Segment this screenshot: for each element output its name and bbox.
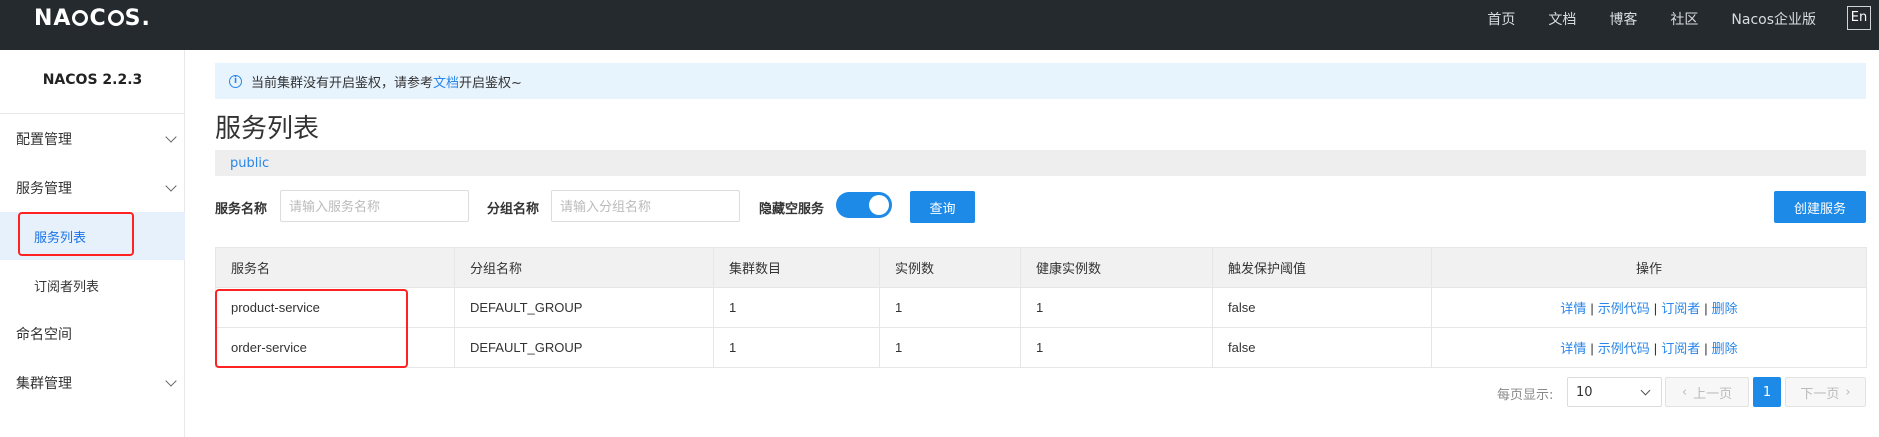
chevron-down-icon <box>1640 385 1651 396</box>
create-service-button[interactable]: 创建服务 <box>1774 191 1866 223</box>
nacos-logo[interactable]: NA C S. <box>34 6 151 31</box>
service-name-input[interactable] <box>280 190 469 222</box>
detail-link[interactable]: 详情 <box>1560 341 1586 356</box>
instance-count-cell: 1 <box>879 327 1021 368</box>
separator: | <box>1590 341 1594 356</box>
group-cell: DEFAULT_GROUP <box>454 287 714 328</box>
info-icon: i <box>229 74 242 88</box>
actions-cell: 详情 | 示例代码 | 订阅者 | 删除 <box>1431 327 1867 368</box>
prev-page-label: 上一页 <box>1693 386 1733 402</box>
next-page-label: 下一页 <box>1800 386 1840 402</box>
chevron-left-icon: ‹ <box>1681 384 1688 400</box>
toggle-knob <box>869 195 889 215</box>
notice-doc-link[interactable]: 文档 <box>433 72 459 91</box>
sidebar-item-label: 订阅者列表 <box>34 279 100 295</box>
sample-code-link[interactable]: 示例代码 <box>1598 301 1650 316</box>
nav-home-link[interactable]: 首页 <box>1487 9 1515 29</box>
sidebar-item-service-list[interactable]: 服务列表 <box>0 212 185 260</box>
table-row: order-service DEFAULT_GROUP 1 1 1 false … <box>215 327 1867 368</box>
table-row: product-service DEFAULT_GROUP 1 1 1 fals… <box>215 287 1867 328</box>
top-nav: 首页 文档 博客 社区 Nacos企业版 <box>1454 9 1816 29</box>
page-title: 服务列表 <box>215 114 320 144</box>
separator: | <box>1653 301 1658 316</box>
sidebar-item-cluster[interactable]: 集群管理 <box>0 359 185 407</box>
separator: | <box>1590 301 1594 316</box>
group-name-label: 分组名称 <box>487 202 540 217</box>
group-cell: DEFAULT_GROUP <box>454 327 714 368</box>
sidebar-item-namespace[interactable]: 命名空间 <box>0 310 185 358</box>
column-header: 服务名 <box>215 247 455 288</box>
column-header: 集群数目 <box>713 247 880 288</box>
cluster-count-cell: 1 <box>713 327 880 368</box>
service-name-cell: order-service <box>215 327 455 368</box>
sidebar-item-label: 命名空间 <box>16 327 72 343</box>
hide-empty-toggle[interactable] <box>836 192 892 218</box>
threshold-cell: false <box>1212 287 1432 328</box>
sample-code-link[interactable]: 示例代码 <box>1598 341 1650 356</box>
notice-text: 当前集群没有开启鉴权，请参考 <box>251 75 434 91</box>
page-size-value: 10 <box>1576 384 1593 400</box>
nav-docs-link[interactable]: 文档 <box>1548 9 1576 29</box>
subscribers-link[interactable]: 订阅者 <box>1661 341 1700 356</box>
subscribers-link[interactable]: 订阅者 <box>1661 301 1700 316</box>
table-header-row: 服务名 分组名称 集群数目 实例数 健康实例数 触发保护阈值 操作 <box>215 247 1867 288</box>
sidebar-item-service[interactable]: 服务管理 <box>0 164 185 212</box>
page-number-current[interactable]: 1 <box>1753 377 1781 407</box>
prev-page-button[interactable]: ‹ 上一页 <box>1665 377 1749 407</box>
service-table: 服务名 分组名称 集群数目 实例数 健康实例数 触发保护阈值 操作 produc… <box>215 247 1867 368</box>
chevron-down-icon <box>165 180 177 192</box>
column-header: 触发保护阈值 <box>1212 247 1432 288</box>
column-header: 分组名称 <box>454 247 714 288</box>
sidebar-item-label: 服务列表 <box>34 230 87 246</box>
notice-text-after: 开启鉴权~ <box>459 75 522 91</box>
separator: | <box>1704 301 1708 316</box>
nav-community-link[interactable]: 社区 <box>1670 9 1698 29</box>
chevron-right-icon: › <box>1845 384 1851 400</box>
sidebar-item-config[interactable]: 配置管理 <box>0 115 185 163</box>
sidebar-item-label: 配置管理 <box>16 132 72 148</box>
actions-cell: 详情 | 示例代码 | 订阅者 | 删除 <box>1431 287 1867 328</box>
group-name-input[interactable] <box>551 190 740 222</box>
healthy-count-cell: 1 <box>1020 327 1213 368</box>
column-header: 操作 <box>1431 247 1867 288</box>
top-header: NA C S. 首页 文档 博客 社区 Nacos企业版 En <box>0 0 1879 50</box>
service-name-label: 服务名称 <box>215 202 268 217</box>
column-header: 实例数 <box>879 247 1021 288</box>
sidebar-item-label: 集群管理 <box>16 376 72 392</box>
separator: | <box>1704 341 1708 356</box>
nav-blog-link[interactable]: 博客 <box>1609 9 1637 29</box>
page-size-select[interactable]: 10 <box>1567 377 1662 407</box>
hide-empty-label: 隐藏空服务 <box>759 202 825 217</box>
delete-link[interactable]: 删除 <box>1712 301 1738 316</box>
sidebar: NACOS 2.2.3 配置管理 服务管理 服务列表 订阅者列表 命名空间 集群… <box>0 50 185 437</box>
instance-count-cell: 1 <box>879 287 1021 328</box>
separator: | <box>1653 341 1658 356</box>
sidebar-item-subscriber-list[interactable]: 订阅者列表 <box>0 261 185 309</box>
next-page-button[interactable]: 下一页 › <box>1785 377 1866 407</box>
sidebar-item-label: 服务管理 <box>16 181 72 197</box>
delete-link[interactable]: 删除 <box>1712 341 1738 356</box>
chevron-down-icon <box>165 131 177 143</box>
healthy-count-cell: 1 <box>1020 287 1213 328</box>
detail-link[interactable]: 详情 <box>1560 301 1586 316</box>
namespace-public-link[interactable]: public <box>230 156 269 171</box>
sidebar-divider <box>0 113 185 114</box>
chevron-down-icon <box>165 375 177 387</box>
nav-enterprise-link[interactable]: Nacos企业版 <box>1731 9 1816 29</box>
version-label: NACOS 2.2.3 <box>42 72 143 88</box>
auth-notice: i 当前集群没有开启鉴权，请参考 文档 开启鉴权~ <box>215 63 1866 99</box>
language-switch-button[interactable]: En <box>1847 6 1871 30</box>
page-size-label: 每页显示: <box>1497 388 1554 403</box>
column-header: 健康实例数 <box>1020 247 1213 288</box>
threshold-cell: false <box>1212 327 1432 368</box>
query-button[interactable]: 查询 <box>910 191 975 223</box>
cluster-count-cell: 1 <box>713 287 880 328</box>
namespace-bar: public <box>215 150 1866 176</box>
service-name-cell: product-service <box>215 287 455 328</box>
